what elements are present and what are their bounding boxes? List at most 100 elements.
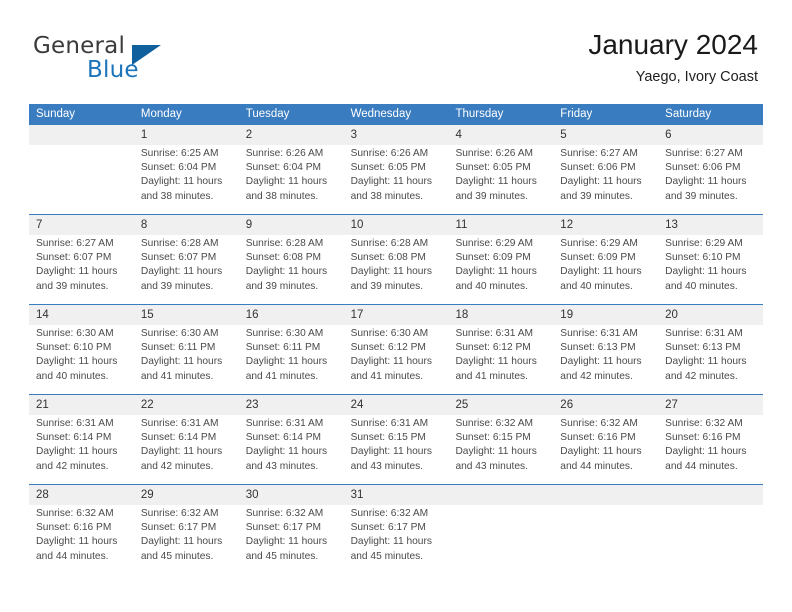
day-detail-line: Sunrise: 6:28 AM xyxy=(350,238,429,249)
day-cell[interactable]: Sunrise: 6:32 AM Sunset: 6:15 PM Daylight:… xyxy=(448,415,553,484)
day-detail-line: Sunrise: 6:32 AM xyxy=(665,418,743,429)
day-detail-line: Sunrise: 6:30 AM xyxy=(140,328,219,339)
day-detail-line: Sunset: 6:10 PM xyxy=(665,252,741,264)
day-detail-line: Daylight: 11 hours xyxy=(140,536,223,548)
day-cell[interactable]: Sunrise: 6:25 AM Sunset: 6:04 PM Daylight:… xyxy=(134,145,239,214)
title-block: January 2024 Yaego, Ivory Coast xyxy=(588,28,758,86)
day-detail-line: Sunset: 6:16 PM xyxy=(560,432,636,444)
day-cell[interactable]: Sunrise: 6:32 AM Sunset: 6:16 PM Daylight:… xyxy=(658,415,763,484)
day-number[interactable]: 27 xyxy=(658,395,763,415)
day-cell[interactable]: Sunrise: 6:31 AM Sunset: 6:12 PM Daylight:… xyxy=(448,325,553,394)
calendar-week-row: 21 22 23 24 25 26 27 Sunrise: 6:31 AM Sunset: 6:… xyxy=(29,394,763,484)
day-number[interactable]: 2 xyxy=(239,125,344,145)
day-detail-line: Sunrise: 6:31 AM xyxy=(245,418,324,429)
day-cell[interactable]: Sunrise: 6:27 AM Sunset: 6:06 PM Daylight:… xyxy=(553,145,658,214)
day-cell[interactable]: Sunrise: 6:30 AM Sunset: 6:10 PM Daylight:… xyxy=(29,325,134,394)
day-detail-line: Sunset: 6:12 PM xyxy=(455,342,531,354)
day-cell[interactable]: Sunrise: 6:32 AM Sunset: 6:17 PM Daylight:… xyxy=(134,505,239,574)
day-number[interactable]: 26 xyxy=(553,395,658,415)
day-detail-line: Sunset: 6:06 PM xyxy=(665,162,741,174)
day-detail-line: Daylight: 11 hours xyxy=(455,446,537,458)
day-detail-line: Sunrise: 6:29 AM xyxy=(665,238,743,249)
day-number[interactable]: 15 xyxy=(134,305,239,325)
day-detail-line: and 39 minutes. xyxy=(140,280,214,292)
day-cell[interactable]: Sunrise: 6:32 AM Sunset: 6:16 PM Daylight:… xyxy=(29,505,134,574)
day-cell[interactable]: Sunrise: 6:29 AM Sunset: 6:09 PM Daylight:… xyxy=(553,235,658,304)
day-number[interactable]: 4 xyxy=(448,125,553,145)
day-cell[interactable]: Sunrise: 6:32 AM Sunset: 6:16 PM Daylight:… xyxy=(553,415,658,484)
day-detail-line: Sunset: 6:15 PM xyxy=(350,432,426,444)
day-number[interactable]: 28 xyxy=(29,485,134,505)
day-number[interactable]: 22 xyxy=(134,395,239,415)
day-cell[interactable]: Sunrise: 6:27 AM Sunset: 6:06 PM Daylight:… xyxy=(658,145,763,214)
day-cell[interactable]: Sunrise: 6:26 AM Sunset: 6:05 PM Daylight:… xyxy=(448,145,553,214)
day-detail-line: Sunset: 6:17 PM xyxy=(245,522,322,534)
day-detail-line: Sunrise: 6:32 AM xyxy=(560,418,638,429)
day-cell[interactable]: Sunrise: 6:28 AM Sunset: 6:07 PM Daylight:… xyxy=(134,235,239,304)
day-cell[interactable]: Sunrise: 6:26 AM Sunset: 6:04 PM Daylight:… xyxy=(239,145,344,214)
weekday-header-sunday: Sunday xyxy=(36,108,76,120)
day-cell[interactable]: Sunrise: 6:28 AM Sunset: 6:08 PM Daylight:… xyxy=(239,235,344,304)
day-number[interactable]: 23 xyxy=(239,395,344,415)
day-number[interactable]: 24 xyxy=(344,395,449,415)
day-cell[interactable]: Sunrise: 6:31 AM Sunset: 6:14 PM Daylight:… xyxy=(29,415,134,484)
week-day-details: Sunrise: 6:32 AM Sunset: 6:16 PM Daylight:… xyxy=(29,505,763,574)
day-number[interactable]: 1 xyxy=(134,125,239,145)
day-detail-line: and 40 minutes. xyxy=(560,280,633,292)
day-cell[interactable]: Sunrise: 6:31 AM Sunset: 6:13 PM Daylight:… xyxy=(658,325,763,394)
day-number[interactable]: 30 xyxy=(239,485,344,505)
week-day-numbers: 14 15 16 17 18 19 20 xyxy=(29,305,763,325)
weekday-header-monday: Monday xyxy=(140,108,182,120)
day-detail-line: Sunset: 6:07 PM xyxy=(36,252,112,264)
day-number[interactable]: 14 xyxy=(29,305,134,325)
day-number[interactable]: 17 xyxy=(344,305,449,325)
logo-text-blue: Blue xyxy=(87,57,139,83)
day-cell[interactable]: Sunrise: 6:26 AM Sunset: 6:05 PM Daylight:… xyxy=(344,145,449,214)
day-cell[interactable]: Sunrise: 6:30 AM Sunset: 6:11 PM Daylight:… xyxy=(134,325,239,394)
day-number[interactable]: 3 xyxy=(344,125,449,145)
day-cell[interactable]: Sunrise: 6:31 AM Sunset: 6:13 PM Daylight:… xyxy=(553,325,658,394)
day-number[interactable]: 16 xyxy=(239,305,344,325)
day-cell[interactable]: Sunrise: 6:28 AM Sunset: 6:08 PM Daylight:… xyxy=(344,235,449,304)
day-number[interactable]: 13 xyxy=(658,215,763,235)
day-cell[interactable]: Sunrise: 6:29 AM Sunset: 6:09 PM Daylight:… xyxy=(448,235,553,304)
day-number[interactable]: 31 xyxy=(344,485,449,505)
day-number[interactable]: 12 xyxy=(553,215,658,235)
day-detail-line: and 43 minutes. xyxy=(455,460,528,472)
day-number[interactable]: 20 xyxy=(658,305,763,325)
day-number[interactable]: 29 xyxy=(134,485,239,505)
day-cell[interactable]: Sunrise: 6:31 AM Sunset: 6:15 PM Daylight:… xyxy=(344,415,449,484)
day-number[interactable]: 7 xyxy=(29,215,134,235)
weekday-header-saturday: Saturday xyxy=(665,108,712,120)
day-number[interactable]: 5 xyxy=(553,125,658,145)
day-detail-line: Daylight: 11 hours xyxy=(665,266,747,278)
day-cell[interactable]: Sunrise: 6:32 AM Sunset: 6:17 PM Daylight:… xyxy=(344,505,449,574)
day-number[interactable]: 18 xyxy=(448,305,553,325)
day-number[interactable]: 8 xyxy=(134,215,239,235)
week-day-details: Sunrise: 6:30 AM Sunset: 6:10 PM Daylight:… xyxy=(29,325,763,394)
day-number[interactable]: 6 xyxy=(658,125,763,145)
day-cell[interactable]: Sunrise: 6:29 AM Sunset: 6:10 PM Daylight:… xyxy=(658,235,763,304)
day-number[interactable]: 9 xyxy=(239,215,344,235)
day-detail-line: Sunrise: 6:26 AM xyxy=(455,148,534,159)
day-number[interactable]: 19 xyxy=(553,305,658,325)
day-detail-line: Daylight: 11 hours xyxy=(455,266,537,278)
day-detail-line: Sunset: 6:11 PM xyxy=(245,342,321,354)
day-detail-line: Daylight: 11 hours xyxy=(350,536,432,548)
day-detail-line: Sunset: 6:16 PM xyxy=(665,432,741,444)
day-number[interactable]: 25 xyxy=(448,395,553,415)
day-number[interactable]: 10 xyxy=(344,215,449,235)
day-cell[interactable]: Sunrise: 6:27 AM Sunset: 6:07 PM Daylight:… xyxy=(29,235,134,304)
day-cell[interactable]: Sunrise: 6:30 AM Sunset: 6:11 PM Daylight:… xyxy=(239,325,344,394)
day-cell[interactable]: Sunrise: 6:31 AM Sunset: 6:14 PM Daylight:… xyxy=(239,415,344,484)
day-detail-line: Daylight: 11 hours xyxy=(140,176,223,188)
day-cell[interactable]: Sunrise: 6:30 AM Sunset: 6:12 PM Daylight:… xyxy=(344,325,449,394)
day-number[interactable]: 21 xyxy=(29,395,134,415)
day-detail-line: Sunrise: 6:26 AM xyxy=(245,148,324,159)
day-cell[interactable]: Sunrise: 6:32 AM Sunset: 6:17 PM Daylight:… xyxy=(239,505,344,574)
day-number[interactable]: 11 xyxy=(448,215,553,235)
day-detail-line: Daylight: 11 hours xyxy=(350,356,432,368)
day-detail-line: Sunset: 6:16 PM xyxy=(36,522,112,534)
general-blue-logo[interactable]: General Blue xyxy=(33,33,243,91)
day-cell[interactable]: Sunrise: 6:31 AM Sunset: 6:14 PM Daylight:… xyxy=(134,415,239,484)
